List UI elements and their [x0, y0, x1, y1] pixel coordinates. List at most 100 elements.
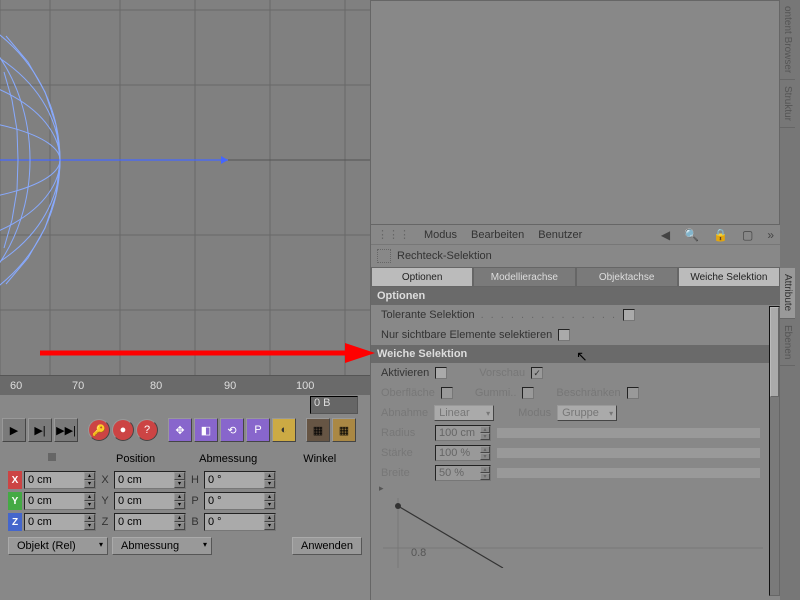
anim-layer-button[interactable]: ◐: [272, 418, 296, 442]
surface-label: Oberfläche: [381, 387, 435, 399]
side-tab-attribute[interactable]: Attribute: [780, 268, 795, 318]
fill-dots: . . . . . . . . . . . . . .: [481, 309, 618, 321]
restrict-checkbox: [627, 387, 639, 399]
ruler-tick: 90: [224, 380, 236, 392]
object-manager-area[interactable]: [370, 0, 780, 225]
timeline[interactable]: 0 B: [0, 395, 370, 415]
side-tab-strip: ontent Browser Struktur Attribute Ebenen: [780, 0, 800, 600]
axis-z-label: Z: [8, 513, 22, 531]
pos-z-field[interactable]: 0 cm▴▾: [24, 513, 96, 531]
ang-p-label: P: [188, 495, 202, 507]
basis-dropdown[interactable]: Objekt (Rel): [8, 537, 108, 555]
svg-text:0.8: 0.8: [411, 547, 426, 559]
visible-only-label: Nur sichtbare Elemente selektieren: [381, 329, 552, 341]
activate-checkbox[interactable]: [435, 367, 447, 379]
tab-soft-selection[interactable]: Weiche Selektion: [678, 267, 780, 287]
next-frame-button[interactable]: ▶|: [28, 418, 52, 442]
section-options: Optionen: [371, 287, 780, 305]
radius-label: Radius: [381, 427, 429, 439]
rubber-label: Gummi..: [475, 387, 517, 399]
attribute-panel: ⋮⋮⋮ Modus Bearbeiten Benutzer ◀ 🔍 🔒 ▢ » …: [370, 225, 780, 600]
tolerant-selection-label: Tolerante Selektion: [381, 309, 475, 321]
size-z-label: Z: [98, 516, 112, 528]
record-key-button[interactable]: 🔑: [88, 419, 110, 441]
menu-edit[interactable]: Bearbeiten: [471, 229, 524, 241]
strength-label: Stärke: [381, 447, 429, 459]
ang-b-field[interactable]: 0 °▴▾: [204, 513, 276, 531]
attribute-scrollbar[interactable]: [769, 306, 780, 596]
new-window-icon[interactable]: ▢: [742, 228, 753, 242]
falloff-graph[interactable]: 0.8: [383, 498, 768, 568]
radius-slider[interactable]: [497, 428, 760, 438]
apply-button[interactable]: Anwenden: [292, 537, 362, 555]
width-slider[interactable]: [497, 468, 760, 478]
rotate-tool-button[interactable]: ⟲: [220, 418, 244, 442]
tool-title: Rechteck-Selektion: [397, 250, 492, 262]
more-icon[interactable]: »: [767, 228, 774, 242]
tab-model-axis[interactable]: Modellierachse: [473, 267, 575, 287]
key-options-button[interactable]: ?: [136, 419, 158, 441]
size-y-label: Y: [98, 495, 112, 507]
tab-options[interactable]: Optionen: [371, 267, 473, 287]
playback-toolbar: ▶ ▶| ▶▶| 🔑 ● ? ✥ ◧ ⟲ P ◐ ▦ ▦: [0, 415, 370, 445]
side-tab-layers[interactable]: Ebenen: [780, 319, 795, 366]
nav-back-icon[interactable]: ◀: [661, 228, 670, 242]
attribute-menu-bar: ⋮⋮⋮ Modus Bearbeiten Benutzer ◀ 🔍 🔒 ▢ »: [371, 225, 780, 245]
ang-h-label: H: [188, 474, 202, 486]
pos-x-field[interactable]: 0 cm▴▾: [24, 471, 96, 489]
side-tab-content[interactable]: ontent Browser: [780, 0, 795, 80]
preview-checkbox[interactable]: [531, 367, 543, 379]
size-x-field[interactable]: 0 cm▴▾: [114, 471, 186, 489]
surface-checkbox: [441, 387, 453, 399]
scale-tool-button[interactable]: ◧: [194, 418, 218, 442]
menu-user[interactable]: Benutzer: [538, 229, 582, 241]
autokey-button[interactable]: ●: [112, 419, 134, 441]
axis-y-label: Y: [8, 492, 22, 510]
size-y-field[interactable]: 0 cm▴▾: [114, 492, 186, 510]
coordinates-panel: Position Abmessung Winkel X 0 cm▴▾ X 0 c…: [0, 445, 370, 600]
col-angle: Winkel: [303, 453, 336, 465]
ruler-tick: 100: [296, 380, 314, 392]
mode-dropdown[interactable]: Gruppe: [557, 405, 617, 421]
viewport-ruler: 60 70 80 90 100: [0, 375, 370, 395]
menu-mode[interactable]: Modus: [424, 229, 457, 241]
param-tool-button[interactable]: P: [246, 418, 270, 442]
ang-h-field[interactable]: 0 °▴▾: [204, 471, 276, 489]
falloff-dropdown[interactable]: Linear: [434, 405, 494, 421]
tab-object-axis[interactable]: Objektachse: [576, 267, 678, 287]
width-field[interactable]: 50 %▴▾: [435, 465, 491, 481]
section-soft-selection: Weiche Selektion: [371, 345, 780, 363]
dimension-dropdown[interactable]: Abmessung: [112, 537, 212, 555]
viewport-3d[interactable]: [0, 0, 370, 395]
ang-p-field[interactable]: 0 °▴▾: [204, 492, 276, 510]
attribute-tabs: Optionen Modellierachse Objektachse Weic…: [371, 267, 780, 287]
end-button[interactable]: ▶▶|: [54, 418, 78, 442]
width-label: Breite: [381, 467, 429, 479]
render-button[interactable]: ▦: [306, 418, 330, 442]
strength-field[interactable]: 100 %▴▾: [435, 445, 491, 461]
lock-icon[interactable]: 🔒: [713, 228, 728, 242]
restrict-label: Beschränken: [556, 387, 620, 399]
strength-slider[interactable]: [497, 448, 760, 458]
rubber-checkbox: [522, 387, 534, 399]
tolerant-selection-checkbox[interactable]: [623, 309, 635, 321]
side-tab-structure[interactable]: Struktur: [780, 80, 795, 128]
visible-only-checkbox[interactable]: [558, 329, 570, 341]
axis-x-label: X: [8, 471, 22, 489]
render-settings-button[interactable]: ▦: [332, 418, 356, 442]
col-size: Abmessung: [199, 453, 257, 465]
size-z-field[interactable]: 0 cm▴▾: [114, 513, 186, 531]
preview-label: Vorschau: [479, 367, 525, 379]
rectangle-selection-icon: [377, 249, 391, 263]
search-icon[interactable]: 🔍: [684, 228, 699, 242]
pos-y-field[interactable]: 0 cm▴▾: [24, 492, 96, 510]
size-x-label: X: [98, 474, 112, 486]
ruler-tick: 70: [72, 380, 84, 392]
play-button[interactable]: ▶: [2, 418, 26, 442]
frame-field[interactable]: 0 B: [310, 396, 358, 414]
activate-label: Aktivieren: [381, 367, 429, 379]
move-tool-button[interactable]: ✥: [168, 418, 192, 442]
ruler-tick: 80: [150, 380, 162, 392]
radius-field[interactable]: 100 cm▴▾: [435, 425, 491, 441]
ang-b-label: B: [188, 516, 202, 528]
